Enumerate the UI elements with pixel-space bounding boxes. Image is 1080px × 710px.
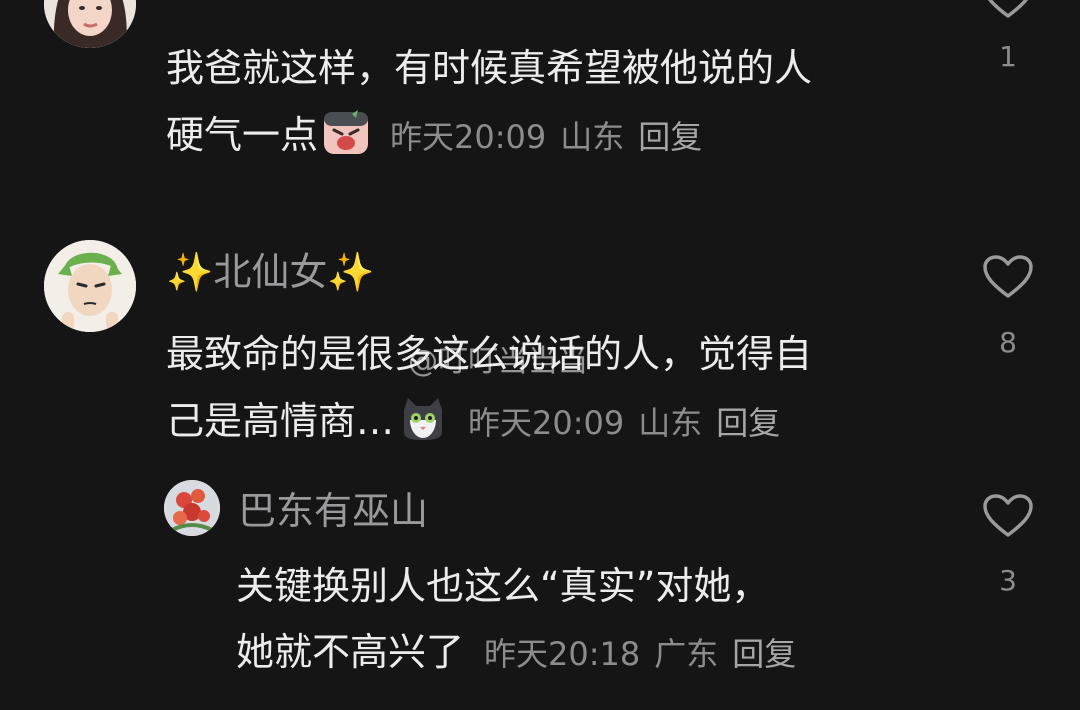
reply-button[interactable]: 回复: [716, 404, 780, 442]
sparkle-icon: ✨: [327, 250, 375, 294]
avatar[interactable]: [44, 0, 136, 48]
comment-location: 广东: [654, 635, 719, 673]
sparkle-icon: ✨: [166, 250, 214, 294]
comment-location: 山东: [638, 404, 703, 442]
comment-text-line: 关键换别人也这么“真实”对她，: [236, 564, 770, 608]
comment-username[interactable]: ✨北仙女✨: [166, 250, 375, 294]
reply-button[interactable]: 回复: [638, 118, 702, 156]
comment-time: 昨天20:18: [484, 635, 641, 673]
comment-username[interactable]: 巴东有巫山: [238, 489, 428, 533]
heart-outline-icon[interactable]: [982, 493, 1034, 539]
comment-text: 己是高情商…: [166, 399, 395, 443]
comment-meta: 昨天20:18 广东 回复: [484, 635, 796, 673]
comment-text-line-with-meta: 她就不高兴了 昨天20:18 广东 回复: [236, 628, 796, 678]
comment-time: 昨天20:09: [468, 404, 625, 442]
comment-time: 昨天20:09: [390, 118, 547, 156]
reply-button[interactable]: 回复: [732, 635, 796, 673]
comment-text-line: 我爸就这样，有时候真希望被他说的人: [166, 46, 813, 90]
comment-meta: 昨天20:09 山东 回复: [390, 118, 702, 156]
like-count: 1: [999, 40, 1017, 73]
comment-text: 她就不高兴了: [236, 630, 465, 674]
cat-face-emoji: [398, 396, 448, 453]
comment-text-line-with-meta: 硬气一点 昨天20:09 山东 回复: [166, 110, 702, 167]
like-count: 3: [999, 564, 1017, 597]
heart-outline-icon[interactable]: [982, 254, 1034, 300]
comment-text-line-with-meta: 己是高情商… 昨天20:09 山东 回复: [166, 396, 780, 453]
like-count: 8: [999, 326, 1017, 359]
comment-text: 硬气一点: [166, 113, 319, 157]
avatar[interactable]: [44, 240, 136, 332]
avatar[interactable]: [164, 480, 220, 536]
username-text[interactable]: 北仙女: [213, 250, 327, 294]
watermark: @叮叮当当当: [408, 344, 588, 379]
heart-outline-icon[interactable]: [982, 0, 1034, 20]
comment-meta: 昨天20:09 山东 回复: [468, 404, 780, 442]
comment-location: 山东: [560, 118, 625, 156]
crying-face-emoji: [322, 110, 370, 167]
